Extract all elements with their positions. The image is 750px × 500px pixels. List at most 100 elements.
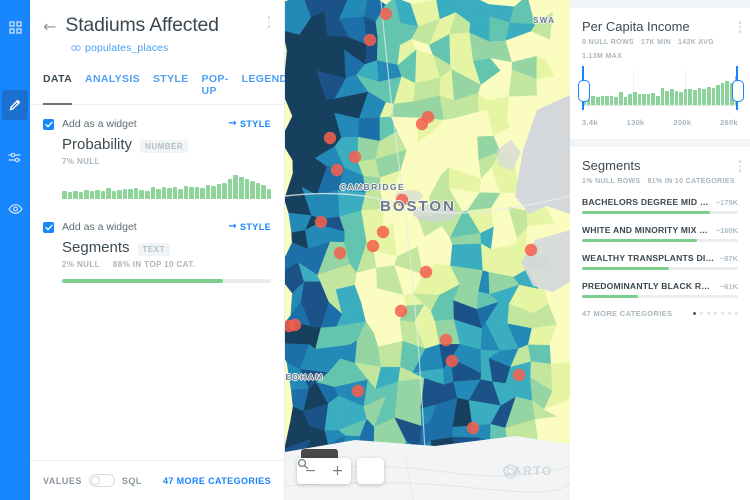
list-item[interactable]: WHITE AND MINORITY MIX MU... ~160K <box>582 225 738 242</box>
card-stat: 17K MIN <box>640 39 672 46</box>
widget-header: Add as a widget → STYLE <box>43 221 271 233</box>
tab-data[interactable]: DATA <box>43 73 73 105</box>
arrow-right-icon: → <box>228 118 237 129</box>
widget-header: Add as a widget → STYLE <box>43 118 271 130</box>
income-axis: 3.4k 130k 200k 260k <box>582 118 738 127</box>
layer-editor-panel: ← Stadiums Affected populates_places DAT… <box>30 0 287 500</box>
tab-analysis[interactable]: ANALYSIS <box>85 73 140 104</box>
values-label: VALUES <box>43 475 82 486</box>
category-value: ~61K <box>719 282 738 291</box>
dashboard-icon <box>8 20 22 34</box>
widget-field-type: NUMBER <box>140 140 189 153</box>
widget-list: Add as a widget → STYLE Probability NUMB… <box>30 105 284 283</box>
dataset-link[interactable]: populates_places <box>85 42 168 54</box>
widget-name-row: Segments TEXT <box>62 239 271 256</box>
tab-legend[interactable]: LEGEND <box>242 73 288 104</box>
page-title: Stadiums Affected <box>65 14 219 36</box>
category-bar <box>582 211 738 214</box>
title-row: ← Stadiums Affected <box>43 14 268 37</box>
widget-stat: 7% NULL <box>62 157 100 166</box>
card-stat: 81% IN 10 CATEGORIES <box>647 178 735 185</box>
editor-tabs: DATA ANALYSIS STYLE POP-UP LEGEND <box>30 73 287 105</box>
widget-style-link[interactable]: → STYLE <box>228 118 271 130</box>
map-canvas[interactable]: SWA CAMBRIDGE BOSTON DEDHAM 13 − + CARTO <box>285 0 570 500</box>
editor-menu-button[interactable] <box>267 16 270 28</box>
sliders-icon <box>8 151 22 164</box>
card-stat: 142K AVG <box>678 39 714 46</box>
card-stats: 1% NULL ROWS 81% IN 10 CATEGORIES <box>582 178 738 185</box>
category-value: ~87K <box>719 254 738 263</box>
zoom-in-button[interactable]: + <box>324 458 351 484</box>
card-title: Segments <box>582 158 641 173</box>
left-icon-rail <box>0 0 30 500</box>
category-value: ~179K <box>715 198 738 207</box>
tab-popup[interactable]: POP-UP <box>202 73 229 104</box>
more-categories-link[interactable]: 47 MORE CATEGORIES <box>163 476 271 486</box>
card-stat: 1% NULL ROWS <box>582 178 641 185</box>
widget-field-name: Segments <box>62 239 130 256</box>
values-sql-toggle[interactable] <box>88 474 115 487</box>
editor-footer: VALUES SQL 47 MORE CATEGORIES <box>30 460 284 500</box>
eye-icon <box>7 203 23 215</box>
range-handle-max[interactable] <box>732 66 744 110</box>
widget-stat: 2% NULL <box>62 260 100 269</box>
add-as-widget-checkbox[interactable] <box>43 221 54 233</box>
rail-item-dashboard[interactable] <box>2 12 28 42</box>
card-menu-button[interactable] <box>738 21 741 33</box>
card-stats: 0 NULL ROWS 17K MIN 142K AVG 1.13M MAX <box>582 39 738 60</box>
list-item[interactable]: BACHELORS DEGREE MID INCO... ~179K <box>582 197 738 214</box>
widgets-panel: Per Capita Income 0 NULL ROWS 17K MIN 14… <box>570 0 750 500</box>
segments-footer: 47 MORE CATEGORIES <box>582 309 738 318</box>
rail-item-settings[interactable] <box>2 142 28 172</box>
widget-stat: 88% IN TOP 10 CAT. <box>112 260 196 269</box>
list-item[interactable]: WEALTHY TRANSPLANTS DISPL... ~87K <box>582 253 738 270</box>
widget-style-label: STYLE <box>239 119 271 129</box>
income-histogram[interactable] <box>578 66 744 116</box>
widget-style-link[interactable]: → STYLE <box>228 221 271 233</box>
arrow-right-icon: → <box>228 221 237 232</box>
widget-probability: Add as a widget → STYLE Probability NUMB… <box>43 105 272 199</box>
more-categories-label[interactable]: 47 MORE CATEGORIES <box>582 309 672 318</box>
axis-tick: 3.4k <box>582 118 598 127</box>
widget-style-label: STYLE <box>239 222 271 232</box>
category-bar <box>582 239 738 242</box>
pagination-dots[interactable] <box>692 311 738 316</box>
list-item[interactable]: PREDOMINANTLY BLACK RENT... ~61K <box>582 281 738 298</box>
axis-tick: 200k <box>673 118 692 127</box>
rail-item-edit[interactable] <box>2 90 28 120</box>
map-choropleth <box>285 0 570 500</box>
card-stat: 1.13M MAX <box>582 53 623 60</box>
add-as-widget-label: Add as a widget <box>62 118 137 130</box>
category-name: WHITE AND MINORITY MIX MU... <box>582 225 711 235</box>
widget-sparkline-histogram <box>62 175 272 199</box>
category-name: PREDOMINANTLY BLACK RENT... <box>582 281 715 291</box>
map-zoom-controls: − + <box>297 458 384 484</box>
add-as-widget-label: Add as a widget <box>62 221 137 233</box>
dataset-icon <box>71 44 81 52</box>
widget-stats: 2% NULL 88% IN TOP 10 CAT. <box>62 260 271 269</box>
axis-tick: 260k <box>720 118 738 127</box>
add-as-widget-checkbox[interactable] <box>43 118 54 130</box>
widget-segments: Add as a widget → STYLE Segments TEXT 2%… <box>43 199 271 283</box>
back-arrow-icon[interactable]: ← <box>43 18 56 35</box>
tab-style[interactable]: STYLE <box>153 73 189 104</box>
rail-item-preview[interactable] <box>2 194 28 224</box>
map-search-button[interactable] <box>297 458 384 484</box>
category-name: WEALTHY TRANSPLANTS DISPL... <box>582 253 715 263</box>
card-menu-button[interactable] <box>738 160 741 172</box>
category-name: BACHELORS DEGREE MID INCO... <box>582 197 711 207</box>
edit-icon <box>8 98 22 112</box>
dataset-row: populates_places <box>71 42 268 54</box>
app-root: ← Stadiums Affected populates_places DAT… <box>0 0 750 500</box>
widget-name-row: Probability NUMBER <box>62 136 271 153</box>
axis-tick: 130k <box>626 118 645 127</box>
card-stat: 0 NULL ROWS <box>582 39 634 46</box>
widget-stats: 7% NULL <box>62 157 271 166</box>
widget-category-bar <box>62 279 271 283</box>
editor-header: ← Stadiums Affected populates_places <box>30 0 284 54</box>
range-handle-min[interactable] <box>578 66 590 110</box>
widget-field-type: TEXT <box>137 243 170 256</box>
carto-attribution[interactable]: CARTO <box>503 464 556 479</box>
widget-card-segments: Segments 1% NULL ROWS 81% IN 10 CATEGORI… <box>570 147 750 500</box>
category-bar <box>582 295 738 298</box>
